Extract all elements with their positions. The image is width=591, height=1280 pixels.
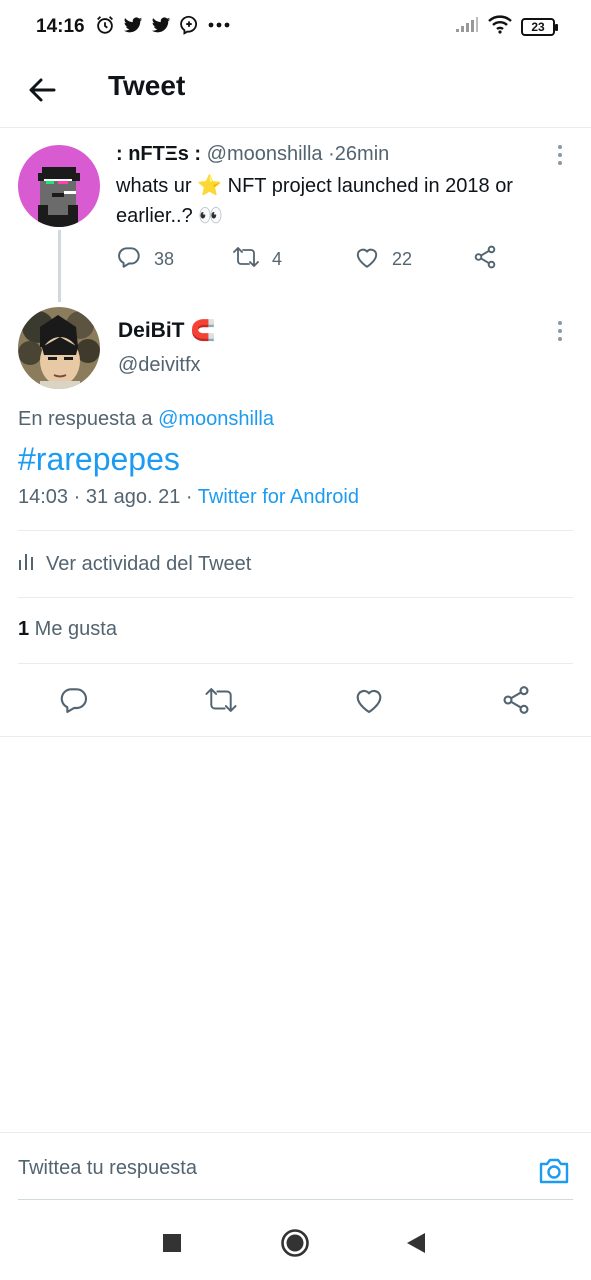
status-left-icons	[94, 14, 232, 36]
parent-display-name[interactable]: : nFTΞs :	[116, 143, 201, 165]
home-button[interactable]	[278, 1228, 312, 1262]
twitter-bird-icon	[122, 15, 144, 35]
share-button[interactable]	[496, 682, 536, 722]
messenger-icon	[178, 14, 200, 36]
system-nav-bar	[0, 1210, 591, 1280]
battery-icon: 23	[521, 17, 558, 36]
home-circle-icon	[280, 1228, 310, 1263]
heart-icon	[354, 244, 380, 275]
main-more-options-icon[interactable]	[550, 321, 570, 345]
divider	[18, 530, 573, 531]
retweet-icon	[232, 244, 260, 275]
retweet-button[interactable]	[201, 682, 241, 722]
reply-button[interactable]	[54, 682, 94, 722]
star-emoji-icon: ⭐	[197, 175, 223, 197]
reply-to-handle-link[interactable]: @moonshilla	[158, 408, 274, 430]
status-time: 14:16	[36, 16, 85, 37]
parent-separator: ·	[328, 143, 335, 165]
parent-tweet-header: : nFTΞs : @moonshilla ·26min	[116, 143, 389, 166]
view-activity-label: Ver actividad del Tweet	[46, 552, 252, 575]
main-handle[interactable]: @deivitfx	[118, 354, 201, 377]
divider	[18, 663, 573, 664]
camera-icon[interactable]	[536, 1153, 572, 1189]
parent-reply-button[interactable]: 38	[116, 244, 174, 275]
parent-retweet-count: 4	[272, 249, 283, 269]
retweet-icon	[204, 684, 238, 721]
magnet-emoji-icon: 🧲	[190, 320, 216, 342]
wifi-icon	[487, 14, 513, 39]
likes-label: Me gusta	[29, 618, 117, 640]
parent-share-button[interactable]	[472, 244, 498, 275]
tweet-timestamp: 14:03 · 31 ago. 21 ·	[18, 486, 198, 508]
page-title: Tweet	[108, 70, 186, 101]
heart-icon	[353, 684, 385, 721]
parent-reply-count: 38	[154, 249, 175, 269]
parent-like-button[interactable]: 22	[354, 244, 412, 275]
status-right-icons: 23	[455, 14, 558, 39]
reply-composer	[0, 1132, 591, 1210]
like-button[interactable]	[349, 682, 389, 722]
recent-apps-button[interactable]	[155, 1228, 189, 1262]
signal-icon	[455, 15, 479, 38]
divider	[18, 597, 573, 598]
reply-icon	[58, 684, 90, 721]
share-icon	[472, 244, 498, 275]
parent-time: 26min	[334, 143, 390, 165]
reply-input-underline	[18, 1199, 573, 1200]
tweet-screen: 14:16 23 Tweet: nFTΞs: @moonshilla ·26…	[0, 0, 591, 1280]
divider	[0, 736, 591, 737]
back-arrow-icon[interactable]	[24, 72, 60, 108]
reply-icon	[116, 244, 142, 275]
view-tweet-activity-button[interactable]: Ver actividad del Tweet	[18, 551, 251, 577]
reply-input[interactable]	[18, 1157, 498, 1180]
likes-summary[interactable]: 1 Me gusta	[18, 618, 117, 641]
main-display-name-row: DeiBiT 🧲	[118, 318, 215, 343]
main-tweet-actions	[0, 682, 591, 722]
status-bar: 14:16 23	[0, 0, 591, 56]
avatar-moonshilla[interactable]	[18, 145, 100, 227]
reply-prefix: En respuesta a	[18, 408, 159, 430]
twitter-bird-icon	[150, 15, 172, 35]
back-triangle-icon	[405, 1231, 427, 1260]
likes-count: 1	[18, 618, 30, 640]
parent-tweet-actions: 38 4 22	[116, 244, 536, 274]
analytics-bars-icon	[18, 551, 34, 577]
parent-handle[interactable]: @moonshilla	[207, 143, 323, 165]
parent-text-part-1: whats ur	[116, 175, 198, 197]
parent-tweet-text: whats ur ⭐ NFT project launched in 2018 …	[116, 171, 576, 231]
back-button[interactable]	[399, 1228, 433, 1262]
parent-like-count: 22	[392, 249, 413, 269]
main-display-name[interactable]: DeiBiT	[118, 319, 185, 343]
thread-connector-line	[58, 230, 61, 302]
alarm-icon	[94, 14, 116, 36]
more-dots-icon	[206, 15, 232, 35]
eyes-emoji-icon: 👀	[198, 205, 224, 227]
tweet-metadata: 14:03 · 31 ago. 21 · Twitter for Android	[18, 486, 359, 509]
tweet-hashtag-link[interactable]: #rarepepes	[18, 441, 180, 478]
top-app-bar: Tweet	[0, 56, 591, 128]
tweet-source-link[interactable]: Twitter for Android	[198, 486, 359, 508]
parent-more-options-icon[interactable]	[550, 145, 570, 169]
share-icon	[500, 684, 532, 721]
square-icon	[162, 1233, 182, 1258]
avatar-deivitfx[interactable]	[18, 307, 100, 389]
parent-retweet-button[interactable]: 4	[232, 244, 282, 275]
reply-context: En respuesta a @moonshilla	[18, 408, 274, 431]
